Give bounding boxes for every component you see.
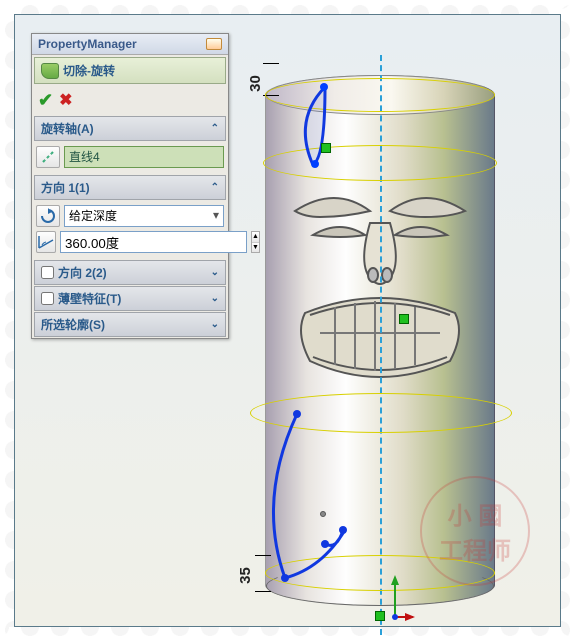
section-dir1-header[interactable]: 方向 1(1) ⌃: [34, 175, 226, 200]
section-label: 薄壁特征(T): [58, 290, 121, 307]
collapse-icon: ⌃: [211, 182, 219, 193]
reverse-direction-button[interactable]: [36, 205, 60, 227]
sketch-point: [320, 511, 326, 517]
property-manager-panel: PropertyManager 切除-旋转 ✔ ✖ 旋转轴(A) ⌃ 直线4 方…: [31, 33, 229, 339]
origin-marker: [399, 314, 409, 324]
section-title: 所选轮廓(S): [41, 316, 105, 333]
panel-title: PropertyManager: [38, 37, 137, 51]
cut-revolve-icon: [41, 63, 59, 79]
section-thin-header[interactable]: 薄壁特征(T) ⌄: [34, 286, 226, 311]
axis-selector-icon[interactable]: [36, 146, 60, 168]
angle-spinner[interactable]: ▲ ▼: [251, 231, 260, 253]
sketch-profile-bottom: [267, 410, 377, 590]
axis-field[interactable]: 直线4: [64, 146, 224, 168]
section-dir2-header[interactable]: 方向 2(2) ⌄: [34, 260, 226, 285]
view-triad[interactable]: [375, 575, 415, 625]
expand-icon: ⌄: [211, 293, 219, 304]
collapse-icon: ⌃: [211, 123, 219, 134]
section-contours-header[interactable]: 所选轮廓(S) ⌄: [34, 312, 226, 337]
feature-name: 切除-旋转: [63, 62, 115, 79]
revolve-axis-line: [380, 55, 382, 635]
end-condition-select[interactable]: 给定深度: [64, 205, 224, 227]
section-label: 方向 2(2): [58, 264, 107, 281]
dir2-checkbox[interactable]: [41, 266, 54, 279]
section-title: 方向 1(1): [41, 179, 90, 196]
dimension-bottom[interactable]: 35: [237, 567, 254, 584]
spin-down[interactable]: ▼: [252, 243, 259, 253]
expand-icon: ⌄: [211, 267, 219, 278]
section-title: 旋转轴(A): [41, 120, 94, 137]
spin-up[interactable]: ▲: [252, 232, 259, 243]
pin-icon[interactable]: [206, 38, 222, 50]
origin-marker: [321, 143, 331, 153]
section-axis-header[interactable]: 旋转轴(A) ⌃: [34, 116, 226, 141]
angle-icon: [36, 231, 56, 253]
feature-header: 切除-旋转: [34, 57, 226, 84]
sketch-handle[interactable]: [320, 83, 328, 91]
panel-titlebar: PropertyManager: [32, 34, 228, 55]
angle-input[interactable]: [60, 231, 247, 253]
expand-icon: ⌄: [211, 319, 219, 330]
sketch-handle[interactable]: [311, 160, 319, 168]
dimension-top[interactable]: 30: [247, 75, 264, 92]
ok-button[interactable]: ✔: [38, 90, 53, 111]
cancel-button[interactable]: ✖: [59, 90, 72, 111]
thin-checkbox[interactable]: [41, 292, 54, 305]
